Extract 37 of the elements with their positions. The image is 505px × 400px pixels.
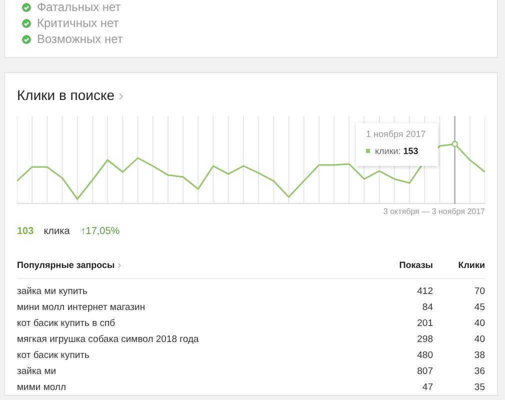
table-cell-text: 38 — [473, 350, 485, 360]
table-cell-text: 480 — [416, 350, 433, 360]
change-percent: ↑17,05% — [80, 226, 120, 237]
table-cell-text: 40 — [473, 318, 485, 328]
chevron-icon — [118, 263, 121, 268]
table-cell-text: зайка ми — [17, 366, 58, 376]
section-link[interactable]: Клики в поиске — [17, 87, 115, 103]
table-cell-text: 35 — [473, 382, 485, 392]
table-cell-text: 40 — [473, 334, 485, 344]
date-range: 3 октября — 3 ноября 2017 — [382, 206, 485, 218]
click-count: 103 — [17, 226, 34, 237]
table-cell-text: 47 — [421, 382, 433, 392]
table-cell-text: мими молл — [17, 382, 68, 392]
table-cell-text: кот басик купить в спб — [17, 318, 116, 328]
table-cell-text: 201 — [416, 318, 433, 328]
tooltip-value: клики: 153 — [375, 146, 418, 156]
status-text: Критичных нет — [37, 16, 119, 30]
status-text: Возможных нет — [37, 32, 123, 46]
table-cell-text: мягкая игрушка собака символ 2018 года — [17, 334, 200, 344]
column-header: Клики — [457, 260, 485, 270]
table-cell-text: кот басик купить — [17, 350, 90, 360]
tooltip-date: 1 ноября 2017 — [366, 129, 427, 139]
table-cell-text: 412 — [416, 286, 433, 296]
table-cell-text: 807 — [416, 366, 433, 376]
table-cell-text: 70 — [473, 286, 485, 296]
count-label: клика — [44, 226, 70, 237]
table-cell-text: 36 — [473, 366, 485, 376]
table-cell-text: зайка ми купить — [17, 286, 88, 296]
section-link[interactable]: Популярные запросы — [17, 260, 115, 270]
table-cell-text: 298 — [416, 334, 433, 344]
column-header: Показы — [398, 260, 433, 270]
legend-marker — [366, 149, 370, 153]
chevron-icon — [118, 93, 123, 100]
status-text: Фатальных нет — [37, 0, 121, 14]
table-cell-text: 84 — [421, 302, 433, 312]
table-cell-text: 45 — [473, 302, 485, 312]
table-cell-text: мини молл интернет магазин — [17, 302, 146, 312]
